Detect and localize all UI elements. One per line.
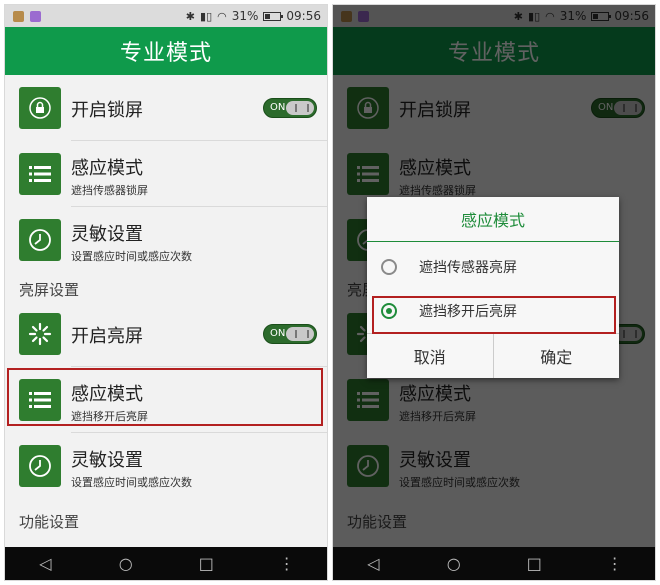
- section-header-bright: 亮屏设置: [19, 281, 80, 299]
- clock-icon: [19, 445, 61, 487]
- page-title: 专业模式: [5, 27, 327, 75]
- row-subtitle: 遮挡传感器锁屏: [71, 184, 148, 197]
- back-button[interactable]: ◁: [353, 554, 393, 573]
- row-wake-screen[interactable]: 开启亮屏 ON: [5, 301, 327, 367]
- back-button[interactable]: ◁: [25, 554, 65, 573]
- nav-bar: ◁ ○ □ ⋮: [5, 547, 327, 580]
- row-title: 灵敏设置: [71, 224, 143, 245]
- recents-button[interactable]: □: [514, 554, 554, 573]
- highlight-box: [372, 296, 616, 334]
- battery-percent: 31%: [231, 9, 259, 23]
- app-notification-icon: [30, 10, 41, 22]
- option-label: 遮挡传感器亮屏: [419, 260, 517, 276]
- row-subtitle: 设置感应时间或感应次数: [71, 476, 192, 489]
- dialog-title: 感应模式: [460, 211, 525, 230]
- bluetooth-icon: ✱: [185, 9, 196, 23]
- recents-button[interactable]: □: [186, 554, 226, 573]
- left-phone-screen: ✱ ▮▯ ◠ 31% 09:56 专业模式 开启锁屏 ON 感应模式 遮挡传感器…: [4, 4, 328, 581]
- menu-button[interactable]: ⋮: [595, 554, 635, 573]
- cancel-button[interactable]: 取消: [367, 334, 494, 378]
- row-title: 开启亮屏: [71, 326, 143, 347]
- wifi-icon: ◠: [217, 9, 227, 23]
- notification-icon: [13, 10, 24, 22]
- list-icon: [19, 153, 61, 195]
- clock: 09:56: [286, 9, 321, 23]
- signal-icon: ▮▯: [200, 9, 213, 23]
- row-title: 灵敏设置: [71, 450, 143, 471]
- dialog-divider: [367, 241, 619, 242]
- lock-icon: [19, 87, 61, 129]
- row-title: 感应模式: [71, 158, 143, 179]
- toggle-knob: [286, 327, 314, 341]
- dialog-buttons: 取消 确定: [367, 333, 619, 378]
- battery-icon: [263, 11, 284, 21]
- option-cover-sensor-wake[interactable]: 遮挡传感器亮屏: [367, 247, 619, 287]
- toggle-on-label: ON: [270, 328, 286, 339]
- row-subtitle: 设置感应时间或感应次数: [71, 250, 192, 263]
- sun-icon: [19, 313, 61, 355]
- confirm-button[interactable]: 确定: [494, 334, 620, 378]
- menu-button[interactable]: ⋮: [267, 554, 307, 573]
- home-button[interactable]: ○: [434, 554, 474, 573]
- right-phone-screen: ✱ ▮▯ ◠ 31% 09:56 专业模式 开启锁屏 ON 感应模式 遮挡传感器…: [332, 4, 656, 581]
- row-title: 开启锁屏: [71, 100, 143, 121]
- toggle-knob: [286, 101, 314, 115]
- nav-bar: ◁ ○ □ ⋮: [333, 547, 655, 580]
- row-sensitivity-lock[interactable]: 灵敏设置 设置感应时间或感应次数: [5, 207, 327, 273]
- row-lock-screen[interactable]: 开启锁屏 ON: [5, 75, 327, 141]
- row-sensitivity-wake[interactable]: 灵敏设置 设置感应时间或感应次数: [5, 433, 327, 499]
- highlight-box: [7, 368, 323, 426]
- status-bar: ✱ ▮▯ ◠ 31% 09:56: [5, 5, 327, 27]
- settings-list: 开启锁屏 ON 感应模式 遮挡传感器锁屏 灵敏设置 设置感应时间或感应次数 亮屏…: [5, 75, 327, 549]
- section-header-function: 功能设置: [19, 513, 80, 531]
- wake-toggle[interactable]: ON: [263, 324, 317, 344]
- toggle-on-label: ON: [270, 102, 286, 113]
- home-button[interactable]: ○: [106, 554, 146, 573]
- row-sense-mode-lock[interactable]: 感应模式 遮挡传感器锁屏: [5, 141, 327, 207]
- lock-toggle[interactable]: ON: [263, 98, 317, 118]
- clock-icon: [19, 219, 61, 261]
- radio-button[interactable]: [381, 259, 397, 275]
- sense-mode-dialog: 感应模式 遮挡传感器亮屏 遮挡移开后亮屏 取消 确定: [367, 197, 619, 378]
